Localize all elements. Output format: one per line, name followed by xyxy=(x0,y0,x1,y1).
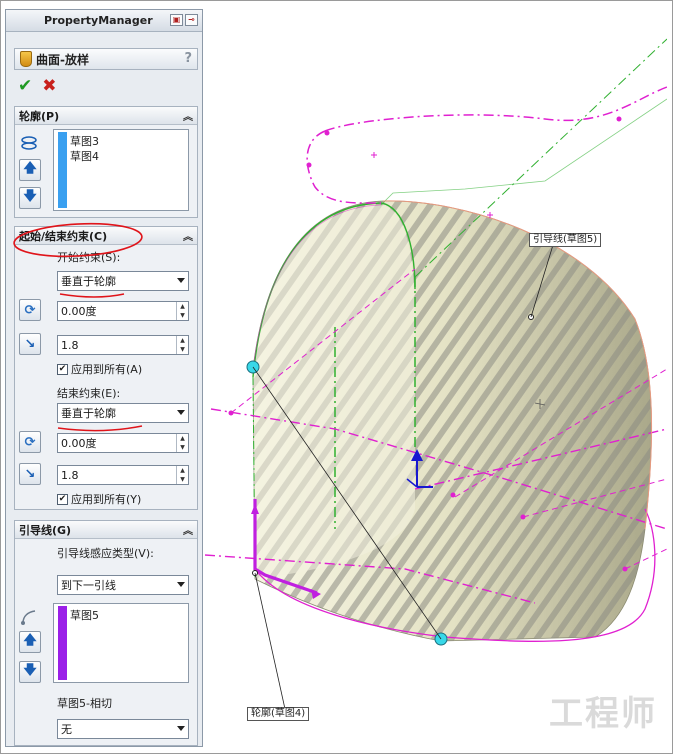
graphics-viewport[interactable]: 引导线(草图5) 轮廓(草图4) 工程师 xyxy=(205,9,667,749)
watermark: 工程师 xyxy=(549,694,657,734)
model-canvas xyxy=(205,38,667,710)
window-frame: PropertyManager ▣ ⊸ 曲面-放样 ? ✔ ✖ 轮廓(P) ︽ … xyxy=(0,0,673,754)
red-annotation-marks xyxy=(13,222,143,432)
profile-callout[interactable]: 轮廓(草图4) xyxy=(247,707,310,721)
property-manager-panel: PropertyManager ▣ ⊸ 曲面-放样 ? ✔ ✖ 轮廓(P) ︽ … xyxy=(5,9,203,747)
guide-curve-callout[interactable]: 引导线(草图5) xyxy=(529,233,602,247)
